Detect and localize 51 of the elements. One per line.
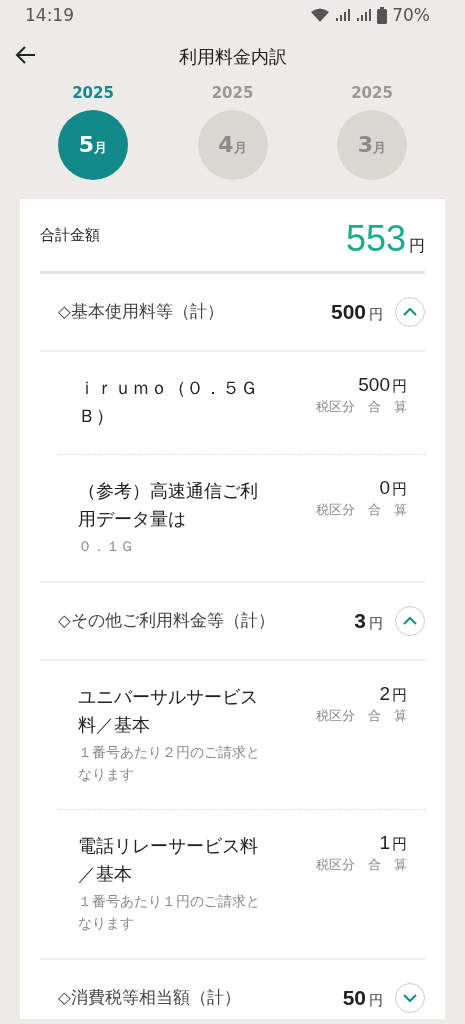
month-tab[interactable]: 3月 [337, 110, 407, 180]
chevron-icon [403, 993, 417, 1003]
signal-icon [356, 8, 373, 22]
section-amount: 500 [330, 300, 366, 324]
item-name: ユニバーサルサービス料／基本 [78, 685, 259, 737]
item-name: ｉｒｕｍｏ（０．５ＧＢ） [78, 376, 259, 428]
wifi-icon [310, 7, 331, 23]
year-label: 2025 [351, 84, 393, 104]
month-tab[interactable]: 5月 [58, 110, 128, 180]
section-amount: 3 [354, 609, 366, 633]
collapse-button[interactable] [395, 297, 425, 327]
section-title: ◇基本使用料等（計） [58, 301, 225, 323]
yen-unit: 円 [392, 686, 407, 705]
section-amount: 50 [342, 986, 366, 1010]
total-label: 合計金額 [40, 225, 100, 245]
expand-button[interactable] [395, 983, 425, 1013]
yen-unit: 円 [369, 992, 383, 1010]
tax-category: 税区分 合 算 [316, 856, 407, 874]
total-amount: 553 [345, 218, 406, 260]
back-button[interactable] [14, 45, 38, 65]
item-amount: 1 [379, 832, 390, 854]
year-label: 2025 [211, 84, 254, 104]
item-amount: 2 [379, 683, 390, 705]
yen-unit: 円 [392, 377, 407, 396]
battery-level: 70% [392, 5, 430, 25]
battery-icon [377, 6, 388, 24]
tax-category: 税区分 合 算 [316, 398, 407, 416]
chevron-icon [403, 307, 417, 317]
yen-unit: 円 [392, 480, 407, 499]
item-note: １番号あたり１円のご請求となります [78, 892, 261, 933]
tax-category: 税区分 合 算 [316, 501, 407, 519]
yen-unit: 円 [369, 306, 383, 324]
status-time: 14:19 [25, 5, 74, 25]
tax-category: 税区分 合 算 [316, 707, 407, 725]
page-title: 利用料金内訳 [178, 45, 287, 69]
yen-unit: 円 [369, 615, 383, 633]
yen-unit: 円 [409, 236, 425, 257]
collapse-button[interactable] [395, 606, 425, 636]
item-note: １番号あたり２円のご請求となります [78, 743, 261, 784]
yen-unit: 円 [392, 835, 407, 854]
item-amount: 0 [379, 477, 390, 499]
item-name: 電話リレーサービス料／基本 [78, 834, 259, 886]
section-title: ◇消費税等相当額（計） [58, 987, 242, 1009]
year-label: 2025 [72, 84, 114, 104]
item-amount: 500 [358, 374, 390, 396]
item-name: （参考）高速通信ご利用データ量は [78, 479, 259, 531]
section-title: ◇その他ご利用料金等（計） [58, 610, 276, 632]
signal-icon [335, 8, 352, 22]
item-note: ０．１Ｇ [78, 537, 135, 556]
month-tab[interactable]: 4月 [197, 110, 268, 180]
chevron-icon [403, 616, 417, 626]
